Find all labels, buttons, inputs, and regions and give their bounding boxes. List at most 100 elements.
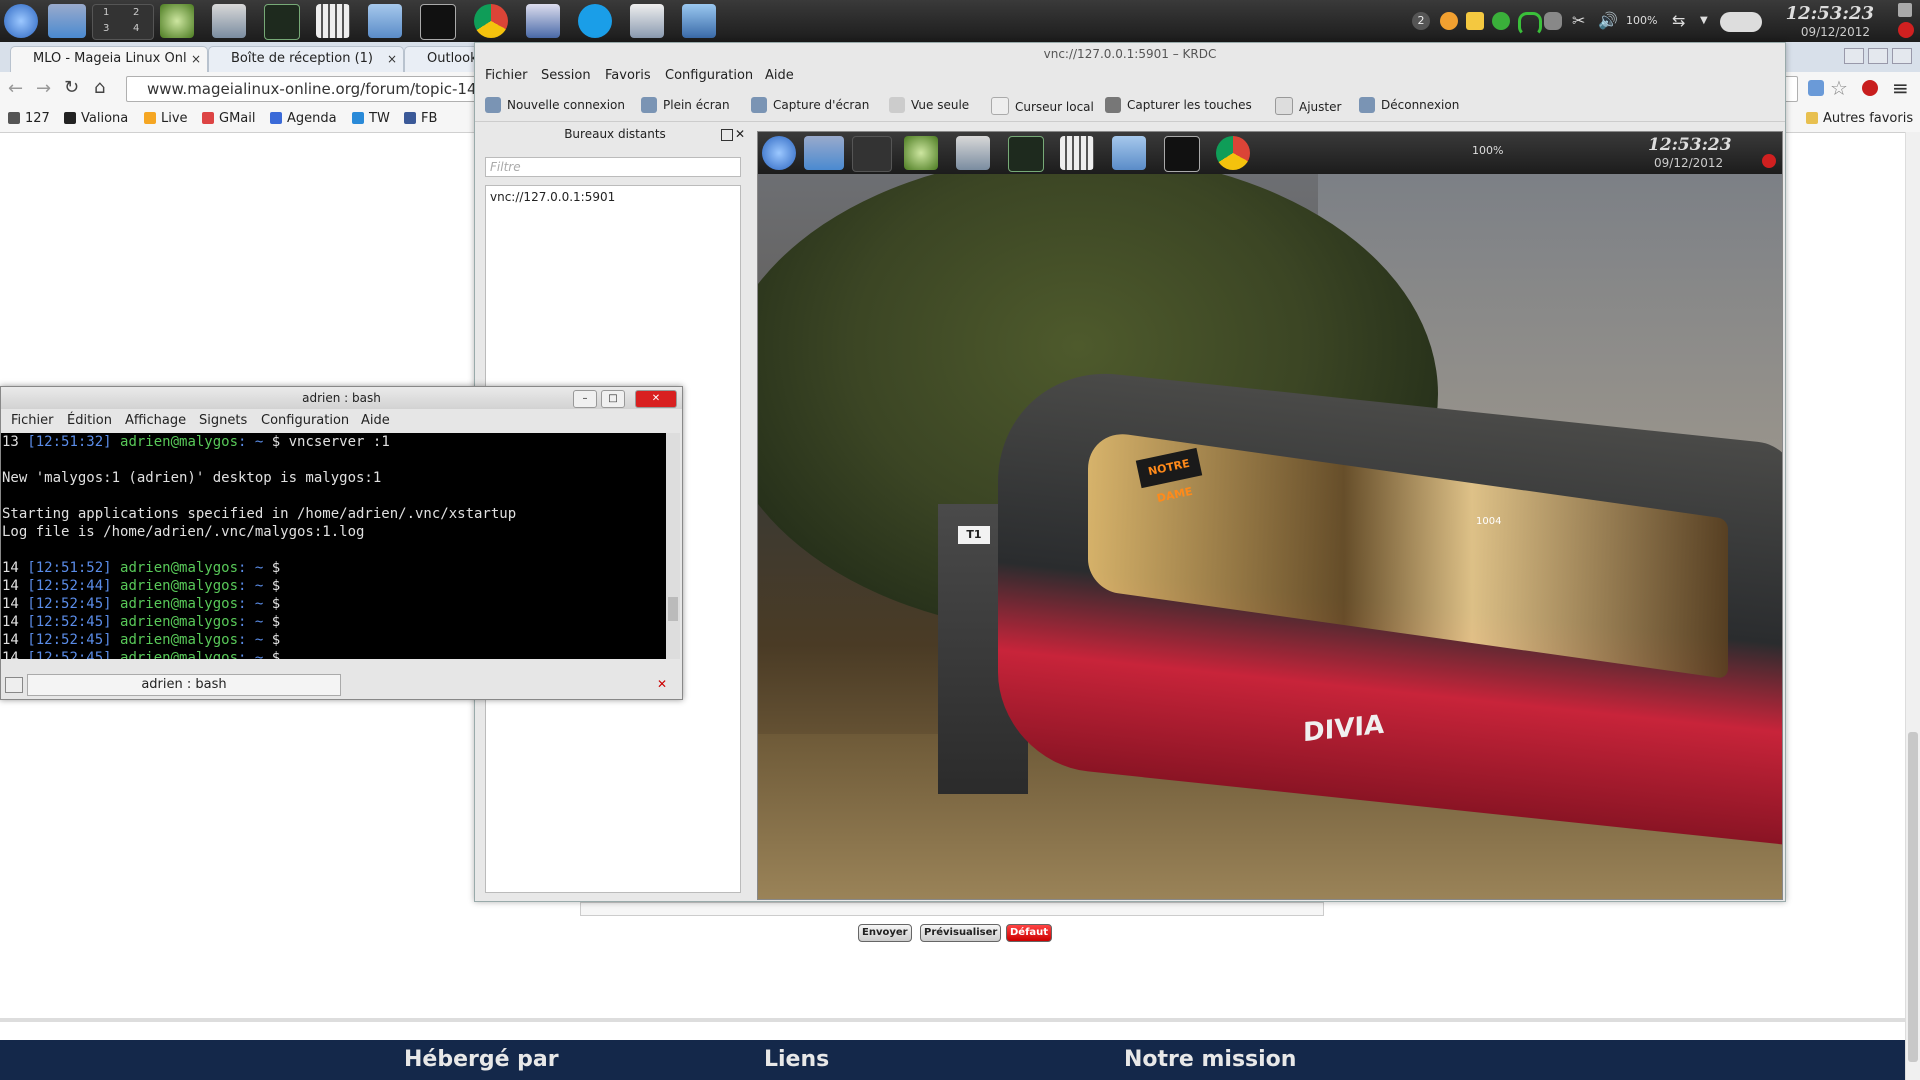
wifi-icon[interactable]	[1518, 12, 1542, 36]
fullscreen-button[interactable]: Plein écran	[641, 97, 730, 113]
menu-fichier[interactable]: Fichier	[11, 413, 54, 428]
volume-icon[interactable]: 🔊	[1598, 12, 1618, 30]
konsole-minimize-button[interactable]: –	[573, 390, 597, 408]
scrollbar-thumb[interactable]	[668, 597, 678, 621]
remote-clock-time[interactable]: 12:53:23	[1648, 135, 1732, 155]
terminal-icon[interactable]	[420, 4, 456, 40]
default-button[interactable]: Défaut	[1006, 924, 1053, 942]
local-cursor-button[interactable]: Curseur local	[991, 97, 1094, 115]
list-item[interactable]: vnc://127.0.0.1:5901	[486, 186, 740, 208]
scale-button[interactable]: Ajuster	[1275, 97, 1341, 115]
home-icon[interactable]: ⌂	[94, 77, 105, 98]
back-icon[interactable]: ←	[8, 78, 23, 99]
close-tab-icon[interactable]: ×	[191, 47, 201, 71]
new-connection-button[interactable]: Nouvelle connexion	[485, 97, 625, 113]
mageia-menu-icon[interactable]	[4, 4, 38, 38]
system-settings-icon[interactable]	[212, 4, 246, 38]
menu-fichier[interactable]: Fichier	[485, 68, 528, 83]
window-close-button[interactable]	[1892, 48, 1912, 64]
desktop-preview-icon[interactable]	[48, 4, 86, 38]
screenshot-button[interactable]: Capture d'écran	[751, 97, 869, 113]
remote-pager[interactable]	[852, 136, 892, 172]
bookmark-valiona[interactable]: Valiona	[64, 111, 128, 126]
menu-favoris[interactable]: Favoris	[605, 68, 651, 83]
menu-signets[interactable]: Signets	[199, 413, 247, 428]
weather-small-icon[interactable]	[1544, 12, 1562, 30]
forward-icon[interactable]: →	[36, 78, 51, 99]
bookmark-gmail[interactable]: GMail	[202, 111, 255, 126]
page-scrollbar[interactable]	[1905, 132, 1920, 1080]
file-manager-icon[interactable]	[368, 4, 402, 38]
bookmark-agenda[interactable]: Agenda	[270, 111, 337, 126]
tray-badge[interactable]: 2	[1412, 12, 1430, 30]
extension-icon[interactable]	[1808, 80, 1824, 96]
system-monitor-icon[interactable]	[264, 4, 300, 40]
workspace-2[interactable]: 2	[133, 7, 139, 18]
skype-icon[interactable]	[578, 4, 612, 38]
new-tab-icon[interactable]	[5, 677, 23, 693]
menu-session[interactable]: Session	[541, 68, 591, 83]
window-maximize-button[interactable]	[1868, 48, 1888, 64]
calculator-icon[interactable]	[316, 4, 350, 38]
lock-icon[interactable]	[1898, 3, 1912, 17]
krdc-titlebar[interactable]: vnc://127.0.0.1:5901 – KRDC	[475, 43, 1785, 65]
workspace-pager[interactable]: 1 2 3 4	[92, 4, 154, 40]
close-tab-icon[interactable]: ×	[387, 47, 397, 71]
remote-terminal-icon[interactable]	[1164, 136, 1200, 172]
terminal-output[interactable]: 13 [12:51:32] adrien@malygos: ~ $ vncser…	[1, 433, 666, 659]
updates-ok-icon[interactable]	[1492, 12, 1510, 30]
tab-mlo[interactable]: MLO - Mageia Linux Onl ×	[10, 46, 208, 73]
disconnect-button[interactable]: Déconnexion	[1359, 97, 1459, 113]
remote-monitor-icon[interactable]	[1008, 136, 1044, 172]
power-icon[interactable]	[1898, 22, 1914, 38]
filter-input[interactable]: Filtre	[485, 157, 741, 177]
remote-menu-icon[interactable]	[762, 136, 796, 170]
konsole-close-button[interactable]: ✕	[635, 390, 677, 408]
remote-desktop-view[interactable]: T1 NOTRE DAME 1004 DIVIA 100% 12:53:23 0…	[757, 131, 1783, 900]
close-tab-icon[interactable]: ✕	[657, 677, 667, 691]
battery-indicator[interactable]: 100%	[1626, 12, 1660, 30]
send-button[interactable]: Envoyer	[858, 924, 912, 942]
remote-calculator-icon[interactable]	[1060, 136, 1094, 170]
network-icon[interactable]: ⇆	[1672, 12, 1690, 30]
dock-float-icon[interactable]	[721, 129, 733, 141]
workspace-3[interactable]: 3	[103, 23, 109, 34]
terminal-scrollbar[interactable]	[666, 433, 680, 659]
remote-desktop-preview-icon[interactable]	[804, 136, 844, 170]
reload-icon[interactable]: ↻	[64, 77, 79, 98]
menu-aide[interactable]: Aide	[765, 68, 794, 83]
view-only-button[interactable]: Vue seule	[889, 97, 969, 113]
dock-close-icon[interactable]: ✕	[735, 127, 745, 141]
menu-affichage[interactable]: Affichage	[125, 413, 186, 428]
grab-keys-button[interactable]: Capturer les touches	[1105, 97, 1252, 113]
window-minimize-button[interactable]	[1844, 48, 1864, 64]
bookmark-fb[interactable]: FB	[404, 111, 437, 126]
bookmark-other-folder[interactable]: Autres favoris	[1806, 111, 1913, 126]
weather-cloud-icon[interactable]	[1720, 12, 1762, 32]
remote-power-icon[interactable]	[1762, 154, 1776, 168]
virtualbox-icon[interactable]	[526, 4, 560, 38]
menu-configuration[interactable]: Configuration	[261, 413, 349, 428]
tray-expand-icon[interactable]: ▼	[1700, 12, 1718, 30]
remote-file-manager-icon[interactable]	[1112, 136, 1146, 170]
menu-aide[interactable]: Aide	[361, 413, 390, 428]
chrome-icon[interactable]	[474, 4, 508, 38]
remote-desktop-icon[interactable]	[682, 4, 716, 38]
night-mode-icon[interactable]	[1440, 12, 1458, 30]
adblock-icon[interactable]	[1862, 80, 1878, 96]
bookmark-live[interactable]: Live	[144, 111, 188, 126]
screenshot-icon[interactable]	[630, 4, 664, 38]
terminal-tab[interactable]: adrien : bash	[27, 674, 341, 696]
scissors-icon[interactable]: ✂	[1572, 12, 1590, 30]
bookmark-star-icon[interactable]: ☆	[1830, 76, 1848, 100]
tab-gmail[interactable]: Boîte de réception (1) ×	[208, 46, 404, 73]
bookmark-127[interactable]: 127	[8, 111, 50, 126]
remote-chrome-icon[interactable]	[1216, 136, 1250, 170]
workspace-4[interactable]: 4	[133, 23, 139, 34]
preview-button[interactable]: Prévisualiser	[920, 924, 1002, 942]
control-center-icon[interactable]	[160, 4, 194, 38]
menu-icon[interactable]: ≡	[1892, 76, 1909, 100]
workspace-1[interactable]: 1	[103, 7, 109, 18]
konsole-maximize-button[interactable]: □	[601, 390, 625, 408]
menu-configuration[interactable]: Configuration	[665, 68, 753, 83]
